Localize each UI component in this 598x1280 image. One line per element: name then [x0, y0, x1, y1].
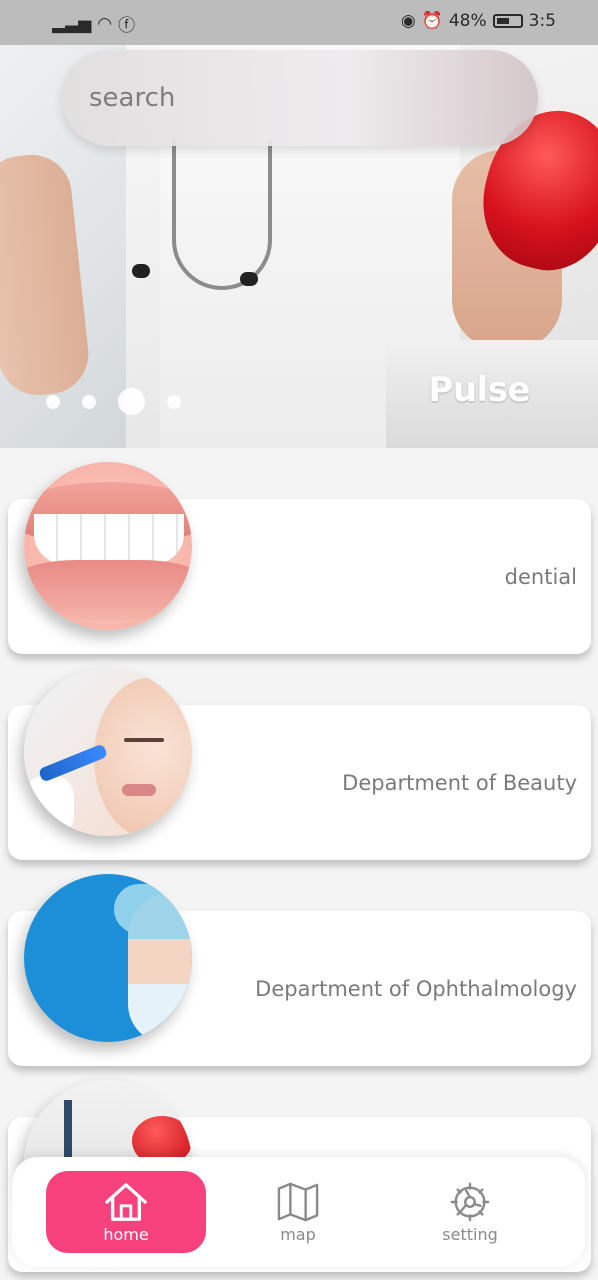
- carousel-dot[interactable]: [46, 394, 60, 409]
- clock-time: 3:5: [528, 11, 556, 31]
- battery-percent: 48%: [448, 11, 487, 31]
- stethoscope-earpiece: [240, 272, 258, 286]
- glove: [24, 776, 74, 836]
- nav-setting-label: setting: [442, 1224, 498, 1244]
- hero-title: Pulse: [428, 370, 530, 410]
- gear-icon: [450, 1182, 490, 1221]
- alarm-icon: ⏰: [421, 11, 443, 31]
- status-right-icons: ◉ ⏰ 48% 3:5: [401, 11, 556, 31]
- status-left-icons: ▂▃▅ ◠ ⓕ: [52, 11, 136, 37]
- stethoscope-image: [172, 140, 272, 290]
- stethoscope-earpiece: [132, 264, 150, 278]
- raised-arm-image: [0, 150, 93, 400]
- map-icon: [277, 1182, 319, 1221]
- masked-face: [128, 894, 192, 1042]
- battery-icon: [492, 14, 523, 28]
- search-bar[interactable]: [62, 50, 538, 146]
- wifi-icon: ◠: [97, 13, 113, 34]
- dental-thumbnail[interactable]: [24, 462, 192, 630]
- carousel-dot[interactable]: [82, 394, 96, 409]
- bottom-navigation: home map setting: [12, 1157, 585, 1267]
- facebook-icon: ⓕ: [118, 16, 136, 36]
- hero-banner[interactable]: ▂▃▅ ◠ ⓕ ◉ ⏰ 48% 3:5 Pulse: [0, 0, 598, 448]
- eye-icon: ◉: [400, 11, 416, 31]
- carousel-indicators: [46, 388, 181, 415]
- department-label: dential: [504, 565, 577, 589]
- carousel-dot-active[interactable]: [118, 388, 145, 415]
- nav-home[interactable]: home: [46, 1171, 206, 1253]
- home-icon: [105, 1182, 147, 1221]
- lips: [122, 784, 156, 796]
- face-image: [94, 678, 192, 836]
- carousel-dot[interactable]: [167, 394, 181, 409]
- nav-map[interactable]: map: [218, 1171, 378, 1253]
- nav-setting[interactable]: setting: [390, 1171, 550, 1253]
- beauty-thumbnail[interactable]: [24, 668, 192, 836]
- lower-lip: [24, 560, 192, 620]
- teeth: [34, 514, 184, 564]
- department-label: Department of Ophthalmology: [255, 977, 577, 1001]
- stethoscope-strap: [64, 1100, 72, 1160]
- signal-icon: ▂▃▅: [52, 13, 92, 34]
- ophthalmology-thumbnail[interactable]: [24, 874, 192, 1042]
- search-input[interactable]: [89, 83, 489, 113]
- nav-map-label: map: [280, 1224, 316, 1244]
- department-label: Department of Beauty: [342, 771, 577, 795]
- status-bar: ▂▃▅ ◠ ⓕ ◉ ⏰ 48% 3:5: [0, 0, 598, 45]
- closed-eye: [124, 738, 164, 742]
- nav-home-label: home: [103, 1224, 149, 1244]
